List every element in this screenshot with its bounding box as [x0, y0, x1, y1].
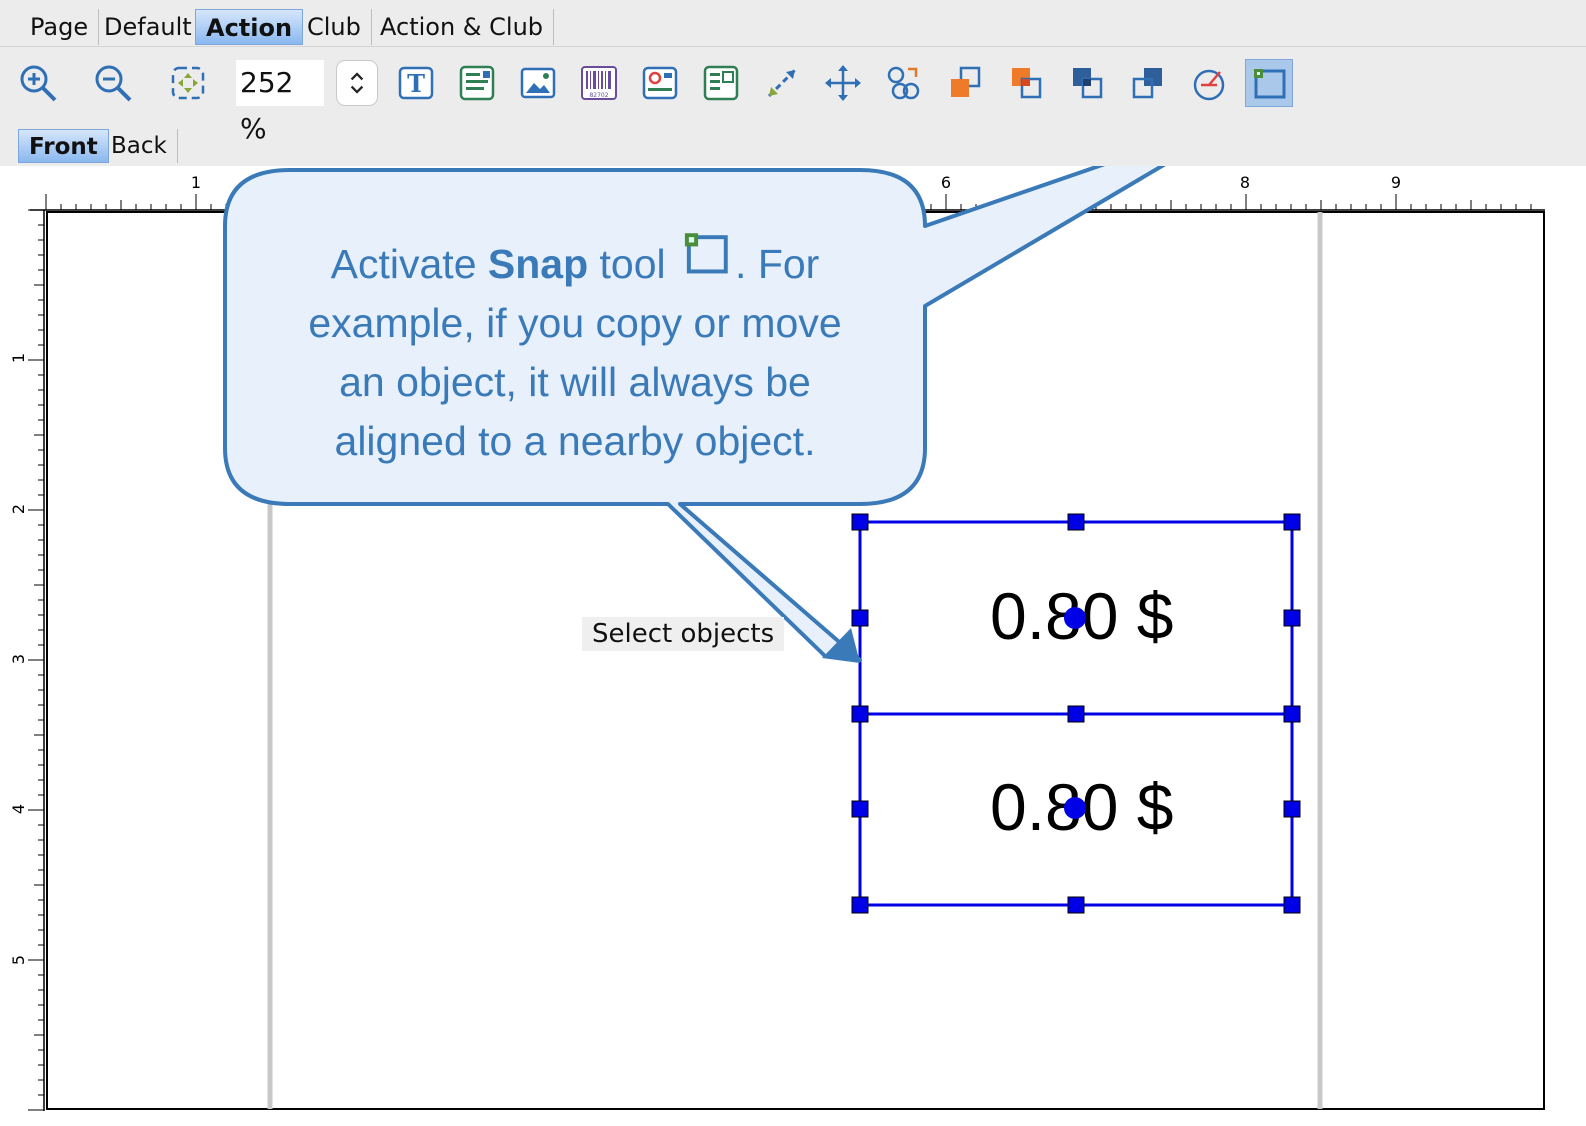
- select-objects-tooltip: Select objects: [582, 617, 785, 651]
- send-to-back-button[interactable]: [1124, 59, 1172, 107]
- svg-text:T: T: [407, 69, 425, 98]
- send-backward-button[interactable]: [1063, 59, 1111, 107]
- move-tool-icon: [825, 65, 861, 101]
- resize-handle[interactable]: [1067, 513, 1085, 531]
- send-forward-button[interactable]: [1002, 59, 1050, 107]
- resize-handle[interactable]: [851, 896, 869, 914]
- ruler-label: 2: [9, 504, 28, 514]
- send-to-back-icon: [1132, 68, 1162, 99]
- image-object-button[interactable]: [514, 59, 562, 107]
- bring-to-front-button[interactable]: [941, 59, 989, 107]
- image-object-icon: [520, 67, 556, 99]
- resize-handle[interactable]: [1283, 896, 1301, 914]
- rotate-button[interactable]: [1185, 59, 1233, 107]
- fit-page-icon: [171, 66, 205, 100]
- ruler-label: 1: [9, 353, 28, 363]
- ruler-label: 5: [9, 955, 28, 965]
- resize-handle[interactable]: [1067, 896, 1085, 914]
- tab-club[interactable]: Club: [297, 9, 372, 45]
- ruler-label: 3: [9, 654, 28, 664]
- callout-line-1: Activate Snap tool . For: [260, 224, 890, 294]
- tab-action-club[interactable]: Action & Club: [370, 9, 555, 45]
- up-down-chevron-icon: [350, 72, 364, 94]
- ruler-label: 9: [1391, 173, 1401, 192]
- image-field-icon: [642, 66, 678, 100]
- ruler-label: 6: [941, 173, 951, 192]
- line-tool-icon: [767, 68, 797, 98]
- fit-page-button[interactable]: [164, 59, 212, 107]
- group-icon: [887, 66, 920, 100]
- text-object-button[interactable]: T: [392, 59, 440, 107]
- zoom-out-icon: [95, 65, 132, 102]
- group-button[interactable]: [880, 59, 928, 107]
- resize-handle[interactable]: [851, 705, 869, 723]
- tab-front[interactable]: Front: [18, 129, 109, 163]
- rotate-icon: [1193, 69, 1225, 101]
- side-tabs: Front Back: [0, 122, 1586, 167]
- resize-handle[interactable]: [1283, 609, 1301, 627]
- snap-tool-button[interactable]: [1245, 59, 1293, 107]
- callout-line-2: example, if you copy or move: [308, 300, 842, 346]
- resize-handle[interactable]: [1283, 513, 1301, 531]
- zoom-in-icon: [20, 65, 57, 102]
- resize-handle[interactable]: [1283, 800, 1301, 818]
- zoom-stepper[interactable]: [336, 60, 378, 106]
- snap-tool-icon: [1254, 69, 1286, 99]
- barcode-object-icon: 82702: [581, 66, 617, 100]
- image-field-button[interactable]: [636, 59, 684, 107]
- bring-to-front-icon: [951, 66, 981, 97]
- list-object-button[interactable]: [697, 59, 745, 107]
- tab-page[interactable]: Page: [20, 9, 100, 45]
- ruler-label: 8: [1240, 173, 1250, 192]
- paragraph-object-icon: [459, 65, 495, 101]
- resize-handle[interactable]: [851, 513, 869, 531]
- left-ruler: 1 2 3 4 5: [9, 209, 45, 1111]
- send-backward-icon: [1073, 68, 1103, 99]
- tab-default[interactable]: Default: [94, 9, 203, 45]
- ruler-label: 1: [191, 173, 201, 192]
- send-forward-icon: [1012, 68, 1042, 99]
- tab-back[interactable]: Back: [101, 129, 178, 163]
- price-text-object[interactable]: 0.80 $: [990, 769, 1174, 845]
- resize-handle[interactable]: [851, 800, 869, 818]
- ruler-label: 4: [9, 804, 28, 814]
- toolbar: 252 % T 82702: [0, 47, 1586, 145]
- barcode-object-button[interactable]: 82702: [575, 59, 623, 107]
- resize-handle[interactable]: [1283, 705, 1301, 723]
- svg-text:82702: 82702: [589, 92, 608, 99]
- move-tool-button[interactable]: [819, 59, 867, 107]
- resize-handle[interactable]: [1067, 705, 1085, 723]
- callout-line-3: an object, it will always be: [339, 359, 811, 405]
- object-type-tabs: Page Default Action Club Action & Club: [0, 0, 1586, 47]
- snap-tool-icon: [684, 233, 728, 274]
- price-text-object[interactable]: 0.80 $: [990, 578, 1174, 654]
- callout-line-4: aligned to a nearby object.: [334, 418, 816, 464]
- callout-text: Activate Snap tool . For example, if you…: [260, 224, 890, 471]
- list-object-icon: [703, 65, 739, 101]
- line-tool-button[interactable]: [758, 59, 806, 107]
- zoom-out-button[interactable]: [89, 59, 137, 107]
- design-canvas[interactable]: 1 6 8 9 1 2 3 4 5 Select objects 0.80 $ …: [0, 166, 1586, 1126]
- zoom-in-button[interactable]: [14, 59, 62, 107]
- paragraph-object-button[interactable]: [453, 59, 501, 107]
- resize-handle[interactable]: [851, 609, 869, 627]
- zoom-input[interactable]: 252 %: [236, 60, 324, 145]
- text-object-icon: T: [398, 66, 434, 100]
- tab-action[interactable]: Action: [195, 9, 304, 45]
